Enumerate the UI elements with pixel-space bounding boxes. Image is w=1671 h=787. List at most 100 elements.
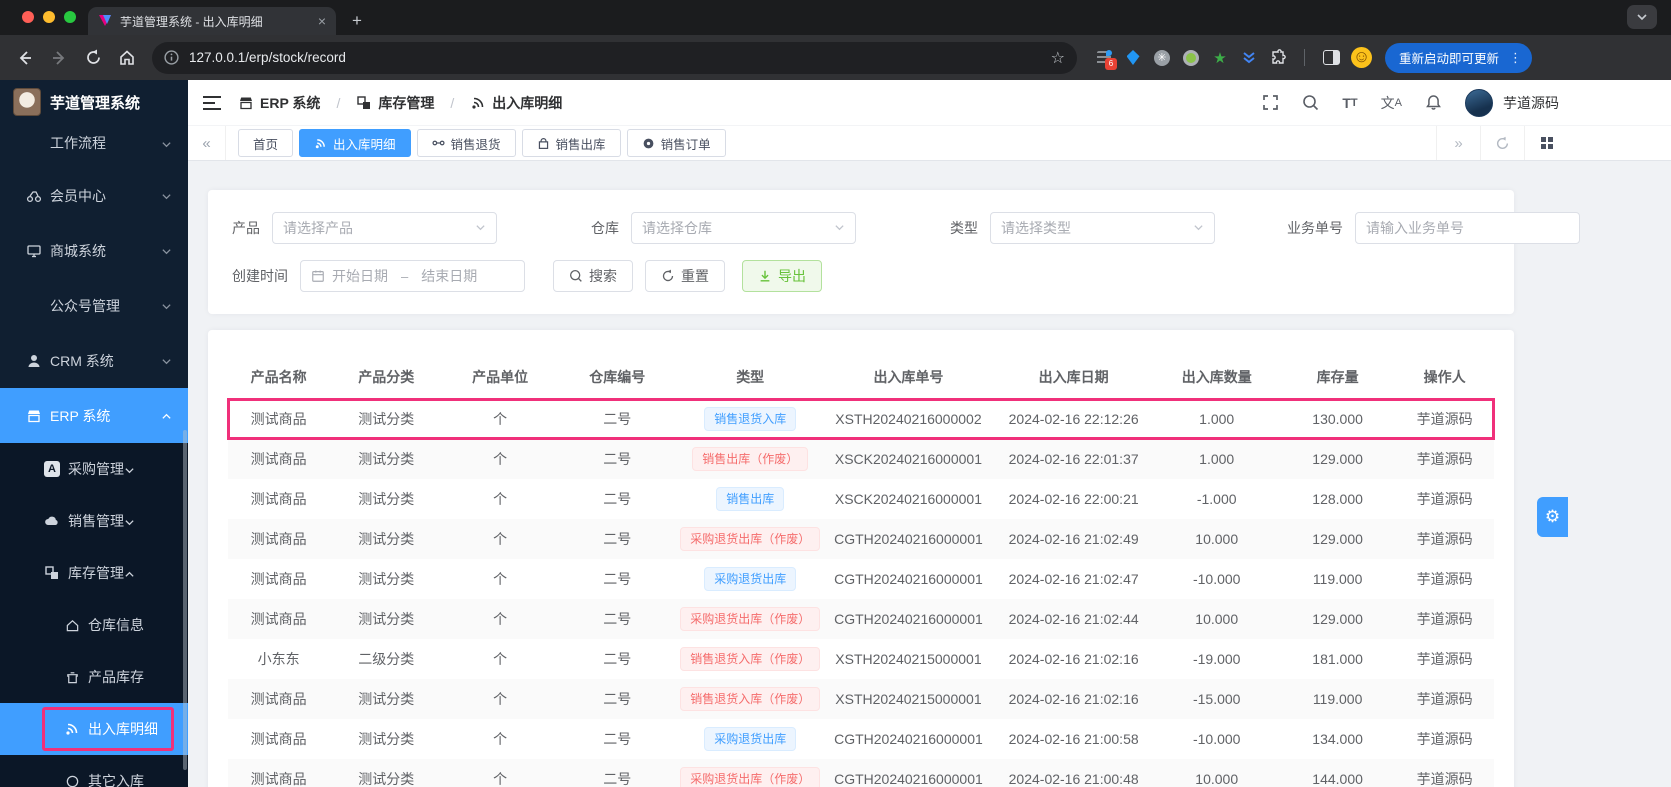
tab-close-icon[interactable]: × <box>318 13 326 29</box>
address-bar[interactable]: 127.0.0.1/erp/stock/record ☆ <box>152 41 1077 74</box>
home-icon[interactable] <box>112 43 142 73</box>
tab-home[interactable]: 首页 <box>238 129 294 157</box>
bookmark-star-icon[interactable]: ☆ <box>1051 48 1065 68</box>
url-text[interactable]: 127.0.0.1/erp/stock/record <box>189 50 1041 65</box>
business-no-input[interactable]: 请输入业务单号 <box>1355 212 1580 244</box>
fullscreen-icon[interactable] <box>1262 94 1279 111</box>
refresh-page-icon[interactable] <box>1480 126 1524 160</box>
type-select[interactable]: 请选择类型 <box>990 212 1215 244</box>
sidebar-item-official-account[interactable]: 公众号管理 <box>0 278 188 333</box>
sidebar-scrollbar[interactable] <box>183 430 187 770</box>
font-size-icon[interactable]: TT <box>1342 95 1357 111</box>
start-date-placeholder[interactable]: 开始日期 <box>332 266 388 286</box>
col-product-category: 产品分类 <box>329 355 444 400</box>
username[interactable]: 芋道源码 <box>1503 93 1559 113</box>
cell-qty: 10.000 <box>1153 759 1280 787</box>
tags-scroll-left-icon[interactable]: « <box>188 126 226 160</box>
sidebar-item-warehouse-info[interactable]: 仓库信息 <box>0 599 188 651</box>
sidebar-item-stock-management[interactable]: 库存管理 <box>0 547 188 599</box>
search-icon[interactable] <box>1302 94 1319 111</box>
sidebar-item-product-stock[interactable]: 产品库存 <box>0 651 188 703</box>
cell-date: 2024-02-16 21:02:49 <box>993 519 1154 559</box>
cell-date: 2024-02-16 22:01:37 <box>993 439 1154 479</box>
sidebar-item-workflow[interactable]: 工作流程 <box>0 118 188 168</box>
extension-star-icon[interactable]: ★ <box>1211 49 1229 67</box>
tags-scroll-right-icon[interactable]: » <box>1436 126 1480 160</box>
tags-view-bar: « 首页 出入库明细 销售退货 销售出库 销售订单 » <box>188 125 1671 161</box>
reload-icon[interactable] <box>78 43 108 73</box>
breadcrumb-item[interactable]: 库存管理 <box>378 93 434 113</box>
sidebar-item-stock-record[interactable]: 出入库明细 <box>0 703 188 755</box>
table-row[interactable]: 测试商品 测试分类 个 二号 销售退货入库 XSTH20240216000002 2024-… <box>227 398 1495 440</box>
extension-green-circle-icon[interactable] <box>1182 49 1200 67</box>
type-badge: 销售出库 <box>716 487 785 511</box>
notification-bell-icon[interactable] <box>1425 94 1442 111</box>
cell-operator: 芋道源码 <box>1416 491 1473 507</box>
cell-order_no: XSTH20240215000001 <box>835 651 982 667</box>
profile-emoji-icon[interactable]: ☺ <box>1351 47 1372 68</box>
theme-settings-gear-icon[interactable]: ⚙ <box>1537 497 1568 537</box>
extension-tag-icon[interactable]: 6 <box>1095 49 1117 70</box>
chrome-update-button[interactable]: 重新启动即可更新 ⋮ <box>1385 42 1533 73</box>
product-select[interactable]: 请选择产品 <box>272 212 497 244</box>
browser-tab[interactable]: 芋道管理系统 - 出入库明细 × <box>88 7 336 35</box>
user-avatar[interactable] <box>1465 88 1493 117</box>
locale-icon[interactable]: 文A <box>1381 93 1402 113</box>
breadcrumb-item[interactable]: ERP 系统 <box>260 93 320 113</box>
sidebar-item-crm-system[interactable]: CRM 系统 <box>0 333 188 388</box>
reset-button[interactable]: 重置 <box>645 260 725 292</box>
browser-menu-kebab-icon[interactable]: ⋮ <box>1505 50 1526 66</box>
table-row[interactable]: 测试商品 测试分类个二号 采购退货出库（作废） CGTH20240216000001 2… <box>228 759 1494 787</box>
sidebar-item-erp-system[interactable]: ERP 系统 <box>0 388 188 443</box>
forward-icon[interactable] <box>44 43 74 73</box>
cell-product: 测试商品 <box>228 439 330 479</box>
tab-search-chevron-icon[interactable] <box>1627 5 1657 29</box>
refresh-icon <box>661 269 675 283</box>
collapse-menu-icon[interactable] <box>202 95 222 111</box>
side-panel-icon[interactable] <box>1322 49 1340 67</box>
back-icon[interactable] <box>10 43 40 73</box>
cell-category: 测试分类 <box>329 759 444 787</box>
export-button[interactable]: 导出 <box>742 260 822 292</box>
cell-warehouse: 二号 <box>603 651 632 667</box>
new-tab-button[interactable]: + <box>344 8 370 34</box>
tab-stock-record[interactable]: 出入库明细 <box>299 129 411 157</box>
table-row[interactable]: 小东东 二级分类 个 二号 销售退货入库（作废） XSTH20240215000001 20… <box>228 639 1494 679</box>
table-row[interactable]: 测试商品 测试分类 个 二号 销售出库 XSCK20240216000001 2024-02… <box>228 479 1494 519</box>
table-row[interactable]: 测试商品 测试分类个二号 采购退货出库（作废） CGTH20240216000001 2… <box>228 599 1494 639</box>
sidebar-item-mall-system[interactable]: 商城系统 <box>0 223 188 278</box>
zoom-window-button[interactable] <box>64 11 76 23</box>
warehouse-select[interactable]: 请选择仓库 <box>631 212 856 244</box>
extension-orb-icon[interactable]: ✳ <box>1153 49 1171 67</box>
table-row[interactable]: 测试商品 测试分类个二号 销售出库（作废） XSCK20240216000001 202… <box>228 439 1494 479</box>
sidebar-item-member-center[interactable]: 会员中心 <box>0 168 188 223</box>
minimize-window-button[interactable] <box>43 11 55 23</box>
layout-grid-icon[interactable] <box>1524 126 1568 160</box>
tab-sales-order[interactable]: 销售订单 <box>626 129 726 157</box>
end-date-placeholder[interactable]: 结束日期 <box>421 266 514 286</box>
warehouse-label: 仓库 <box>591 220 619 236</box>
tab-sales-outbound[interactable]: 销售出库 <box>521 129 621 157</box>
extensions-puzzle-icon[interactable] <box>1269 49 1287 67</box>
cell-warehouse: 二号 <box>557 759 678 787</box>
table-row[interactable]: 测试商品 测试分类 个 二号 采购退货出库 CGTH20240216000001 2024-… <box>228 559 1494 599</box>
tab-sales-return[interactable]: 销售退货 <box>416 129 516 157</box>
extension-kite-icon[interactable] <box>1124 49 1142 67</box>
browser-toolbar: 127.0.0.1/erp/stock/record ☆ 6 ✳ ★ ☺ 重新启… <box>0 35 1671 80</box>
site-info-icon[interactable] <box>164 50 179 65</box>
close-window-button[interactable] <box>22 11 34 23</box>
extension-chevrons-icon[interactable] <box>1240 49 1258 67</box>
cell-order_no: XSCK20240216000001 <box>822 439 994 479</box>
signal-icon <box>64 721 80 737</box>
cell-stock: 130.000 <box>1312 411 1363 428</box>
search-button[interactable]: 搜索 <box>553 260 633 292</box>
date-range-picker[interactable]: 开始日期 – 结束日期 <box>300 260 525 292</box>
sidebar-item-purchase-management[interactable]: A 采购管理 <box>0 443 188 495</box>
cell-unit: 个 <box>443 759 558 787</box>
table-row[interactable]: 测试商品 测试分类个二号 销售退货入库（作废） XSTH20240215000001 2… <box>228 679 1494 719</box>
table-row[interactable]: 测试商品 测试分类个二号 采购退货出库（作废） CGTH20240216000001 2… <box>228 519 1494 559</box>
cell-category: 测试分类 <box>358 731 415 747</box>
sidebar-item-sales-management[interactable]: 销售管理 <box>0 495 188 547</box>
table-row[interactable]: 测试商品 测试分类 个 二号 采购退货出库 CGTH20240216000001 2024-… <box>228 719 1494 759</box>
sidebar-item-other-stock-in[interactable]: 其它入库 <box>0 755 188 787</box>
